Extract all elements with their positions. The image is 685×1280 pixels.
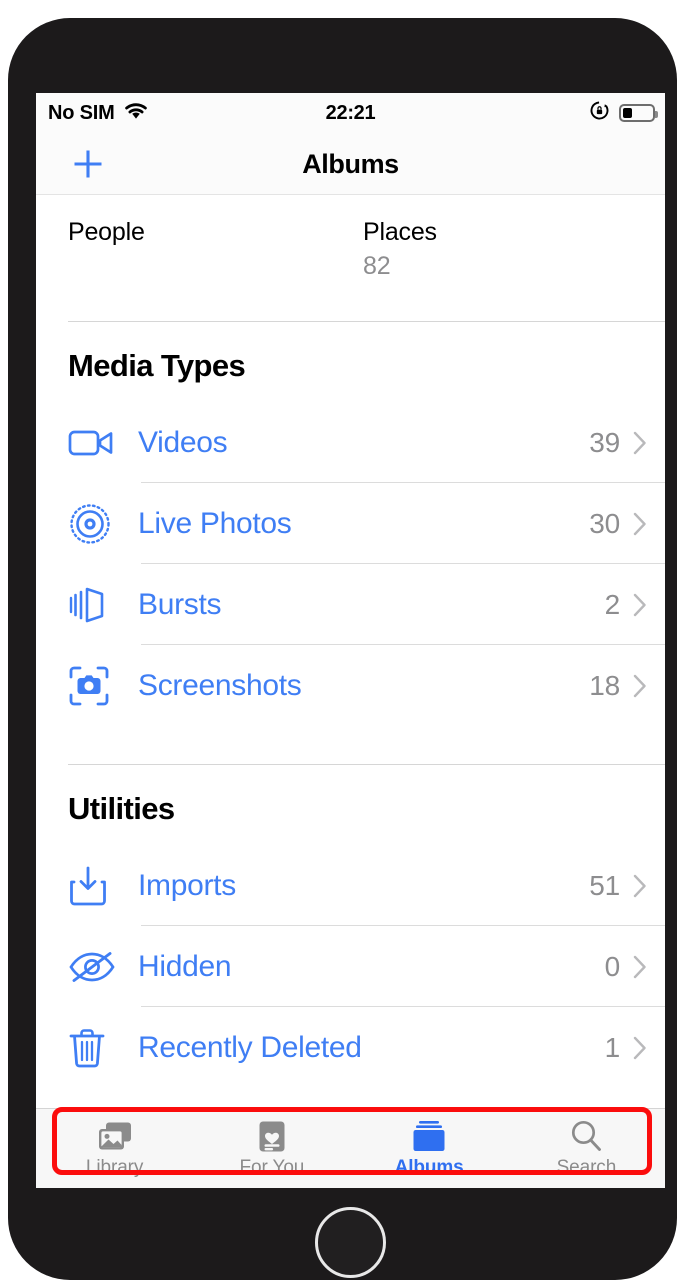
magnifier-icon — [569, 1118, 603, 1154]
navigation-bar: Albums — [36, 133, 665, 195]
albums-folder-icon — [411, 1118, 447, 1154]
home-button[interactable] — [315, 1207, 386, 1278]
places-label: Places — [363, 218, 437, 246]
places-count: 82 — [363, 252, 391, 280]
chevron-right-icon — [633, 874, 647, 898]
list-item-bursts[interactable]: Bursts 2 — [36, 564, 665, 645]
list-item-label: Hidden — [138, 949, 232, 983]
section-header-media-types: Media Types — [68, 348, 246, 383]
list-item-screenshots[interactable]: Screenshots 18 — [36, 645, 665, 726]
list-item-count: 51 — [589, 869, 620, 901]
list-item-count: 30 — [589, 507, 620, 539]
tab-label: Library — [85, 1157, 144, 1178]
eye-slash-icon — [68, 950, 138, 984]
list-item-count: 39 — [589, 426, 620, 458]
status-bar: No SIM 22:21 — [36, 93, 665, 133]
screenshot-camera-icon — [68, 665, 138, 707]
status-bar-right — [589, 100, 658, 126]
list-item-recently-deleted[interactable]: Recently Deleted 1 — [36, 1007, 665, 1088]
tab-search[interactable]: Search — [508, 1109, 665, 1188]
tab-for-you[interactable]: For You — [193, 1109, 350, 1188]
section-header-utilities: Utilities — [68, 791, 175, 826]
live-photos-icon — [68, 502, 138, 546]
phone-device-frame: No SIM 22:21 Albums People Places 82 Med… — [8, 18, 677, 1280]
heart-card-icon — [258, 1118, 286, 1154]
list-item-count: 0 — [604, 950, 621, 982]
video-camera-icon — [68, 426, 138, 460]
list-item-label: Videos — [138, 425, 228, 459]
status-bar-clock: 22:21 — [325, 101, 376, 124]
people-label: People — [68, 218, 145, 246]
album-tile-places[interactable]: Places 82 — [363, 218, 437, 281]
chevron-right-icon — [633, 512, 647, 536]
list-item-label: Live Photos — [138, 506, 292, 540]
import-tray-icon — [68, 865, 138, 907]
tab-label: Albums — [394, 1157, 464, 1178]
albums-scroll-content[interactable]: People Places 82 Media Types Videos 39 L… — [36, 196, 665, 1118]
list-item-videos[interactable]: Videos 39 — [36, 402, 665, 483]
list-item-live-photos[interactable]: Live Photos 30 — [36, 483, 665, 564]
rotation-lock-icon — [589, 100, 610, 126]
chevron-right-icon — [633, 674, 647, 698]
trash-icon — [68, 1027, 138, 1069]
album-tile-people[interactable]: People — [68, 218, 145, 252]
chevron-right-icon — [633, 1036, 647, 1060]
tab-label: Search — [556, 1157, 617, 1178]
tab-bar: Library For You Albums Search — [36, 1108, 665, 1188]
list-item-count: 18 — [589, 669, 620, 701]
list-item-count: 2 — [604, 588, 621, 620]
tab-label: For You — [239, 1157, 305, 1178]
page-title: Albums — [302, 149, 399, 179]
list-item-label: Bursts — [138, 587, 222, 621]
list-item-label: Recently Deleted — [138, 1030, 362, 1064]
chevron-right-icon — [633, 593, 647, 617]
battery-icon — [619, 104, 658, 122]
people-places-row: People Places 82 — [36, 196, 665, 321]
tab-library[interactable]: Library — [36, 1109, 193, 1188]
photo-stack-icon — [97, 1118, 133, 1154]
tab-albums[interactable]: Albums — [351, 1109, 508, 1188]
phone-screen: No SIM 22:21 Albums People Places 82 Med… — [36, 93, 665, 1188]
list-item-label: Screenshots — [138, 668, 302, 702]
chevron-right-icon — [633, 431, 647, 455]
list-item-hidden[interactable]: Hidden 0 — [36, 926, 665, 1007]
list-item-imports[interactable]: Imports 51 — [36, 845, 665, 926]
chevron-right-icon — [633, 955, 647, 979]
bursts-icon — [68, 585, 138, 625]
list-item-label: Imports — [138, 868, 236, 902]
list-item-count: 1 — [604, 1031, 621, 1063]
